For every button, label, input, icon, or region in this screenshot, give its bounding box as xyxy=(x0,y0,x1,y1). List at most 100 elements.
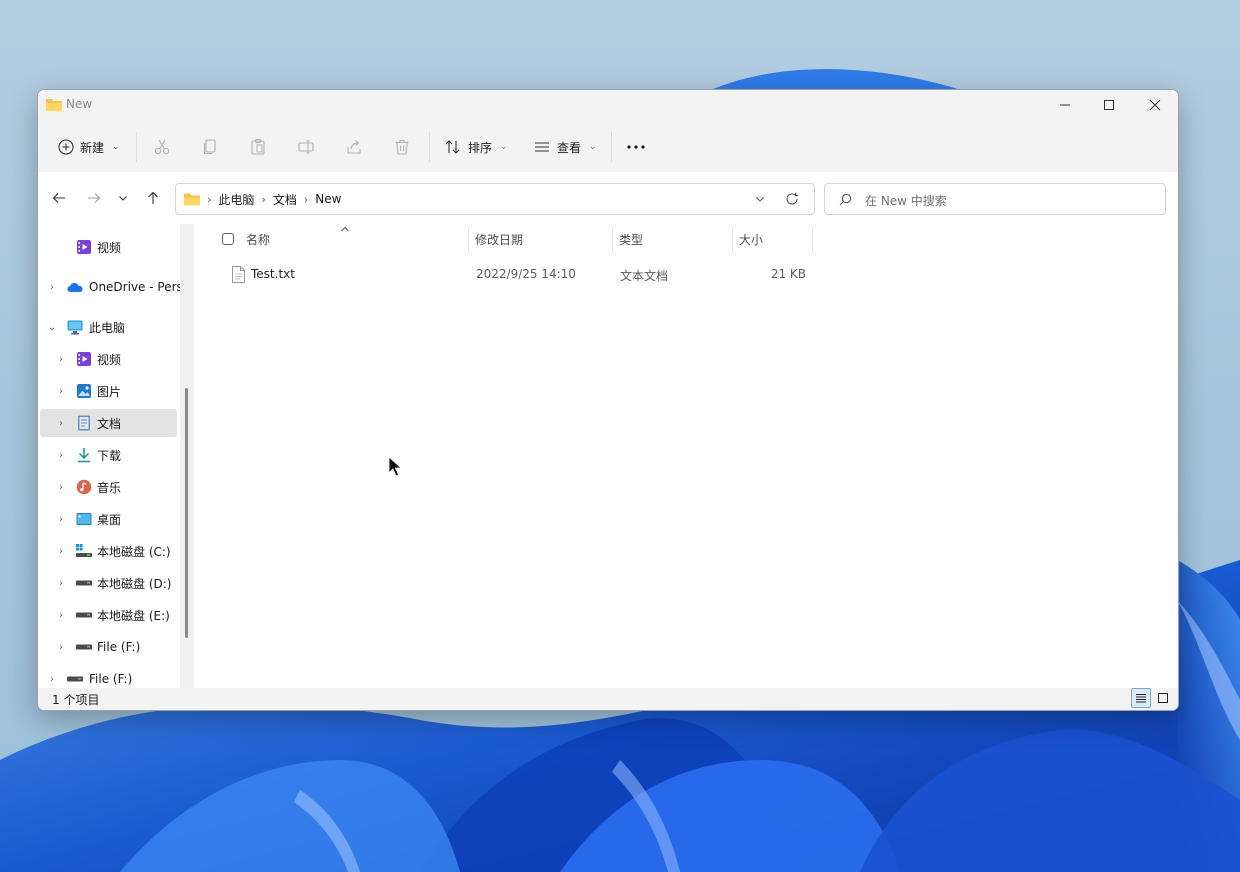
refresh-icon xyxy=(786,192,799,205)
search-box[interactable]: 在 New 中搜索 xyxy=(824,183,1166,215)
address-bar[interactable]: › 此电脑 › 文档 › New xyxy=(175,183,815,215)
nav-item-label: 音乐 xyxy=(97,480,122,495)
sort-button[interactable]: 排序 ⌄ xyxy=(444,132,508,162)
chevron-right-icon: › xyxy=(59,545,63,557)
minimize-icon xyxy=(1060,104,1070,106)
more-icon xyxy=(627,145,645,149)
details-view-icon xyxy=(1136,694,1146,703)
view-list-icon xyxy=(535,142,549,152)
select-all-checkbox[interactable] xyxy=(222,233,234,245)
command-bar: 新建 ⌄ 排序 ⌄ 查看 ⌄ xyxy=(38,124,1178,173)
chevron-down-icon: ⌄ xyxy=(589,142,597,152)
large-icons-view-button[interactable] xyxy=(1153,688,1173,708)
maximize-icon xyxy=(1104,100,1114,110)
address-history-button[interactable] xyxy=(752,191,768,207)
nav-item-label: 本地磁盘 (E:) xyxy=(97,608,170,623)
navigation-scrollbar-thumb[interactable] xyxy=(185,388,188,638)
chevron-right-icon: › xyxy=(59,641,63,653)
window-title: New xyxy=(66,97,93,111)
nav-item-this-pc[interactable]: ⌄ 此电脑 xyxy=(40,313,177,341)
folder-icon xyxy=(46,98,62,112)
table-row[interactable]: Test.txt 2022/9/25 14:10 文本文档 21 KB xyxy=(214,262,814,288)
navigation-pane: 视频 › OneDrive - Pers ⌄ 此电脑 › 视频 › 图片 › 文… xyxy=(38,224,194,688)
nav-item-videos[interactable]: › 视频 xyxy=(40,345,177,373)
back-button[interactable] xyxy=(46,185,72,211)
drive-icon xyxy=(67,671,83,687)
nav-item-drive-f[interactable]: › File (F:) xyxy=(40,633,177,661)
nav-item-music[interactable]: › 音乐 xyxy=(40,473,177,501)
paste-button[interactable] xyxy=(245,134,271,160)
nav-item-downloads[interactable]: › 下载 xyxy=(40,441,177,469)
file-name: Test.txt xyxy=(251,267,295,281)
nav-item-documents[interactable]: › 文档 xyxy=(40,409,177,437)
maximize-button[interactable] xyxy=(1086,90,1132,120)
column-header-label: 类型 xyxy=(619,232,644,247)
nav-item-label: File (F:) xyxy=(89,672,133,686)
up-button[interactable] xyxy=(140,185,166,211)
breadcrumb-item-documents[interactable]: 文档 xyxy=(273,191,297,208)
nav-item-videos-quick[interactable]: 视频 xyxy=(40,233,177,261)
more-button[interactable] xyxy=(623,134,649,160)
arrow-right-icon xyxy=(88,193,101,203)
search-placeholder: 在 New 中搜索 xyxy=(865,194,947,208)
sort-button-label: 排序 xyxy=(468,140,493,155)
column-divider[interactable] xyxy=(612,228,613,252)
sort-ascending-icon xyxy=(340,222,350,236)
new-button-label: 新建 xyxy=(80,140,105,155)
details-view-button[interactable] xyxy=(1131,688,1151,708)
copy-button[interactable] xyxy=(197,134,223,160)
column-header-name[interactable]: 名称 xyxy=(246,224,468,254)
minimize-button[interactable] xyxy=(1042,90,1088,120)
column-divider[interactable] xyxy=(812,228,813,252)
share-button[interactable] xyxy=(341,134,367,160)
column-divider[interactable] xyxy=(732,228,733,252)
breadcrumb-item-new[interactable]: New xyxy=(315,192,341,206)
item-count: 1 个项目 xyxy=(52,693,100,707)
command-separator xyxy=(429,132,430,162)
file-type: 文本文档 xyxy=(620,269,669,283)
nav-item-label: OneDrive - Pers xyxy=(89,280,183,294)
nav-item-drive-f-network[interactable]: › File (F:) xyxy=(40,665,177,688)
nav-item-label: 文档 xyxy=(97,416,122,431)
video-icon xyxy=(76,351,92,367)
address-row: › 此电脑 › 文档 › New 在 New 中搜索 xyxy=(38,172,1178,224)
drive-icon xyxy=(76,607,92,623)
column-divider[interactable] xyxy=(468,228,469,252)
chevron-down-icon: ⌄ xyxy=(500,142,508,152)
view-button[interactable]: 查看 ⌄ xyxy=(533,132,597,162)
nav-item-desktop[interactable]: › 桌面 xyxy=(40,505,177,533)
nav-item-drive-d[interactable]: › 本地磁盘 (D:) xyxy=(40,569,177,597)
file-list: 名称 修改日期 类型 大小 Test.txt 2022/9/25 14:10 文… xyxy=(194,224,1178,688)
nav-item-label: 本地磁盘 (C:) xyxy=(97,544,171,559)
chevron-right-icon: › xyxy=(50,281,54,293)
column-header-size[interactable]: 大小 xyxy=(739,224,812,254)
breadcrumb-separator-icon: › xyxy=(261,192,266,206)
drive-icon xyxy=(76,639,92,655)
nav-item-onedrive[interactable]: › OneDrive - Pers xyxy=(40,273,183,301)
add-icon xyxy=(58,139,74,155)
column-header-type[interactable]: 类型 xyxy=(619,224,732,254)
close-button[interactable] xyxy=(1132,90,1178,120)
new-button[interactable]: 新建 ⌄ xyxy=(58,132,120,162)
desktop-icon xyxy=(76,511,92,527)
rename-button[interactable] xyxy=(293,134,319,160)
onedrive-icon xyxy=(67,279,83,295)
column-header-label: 名称 xyxy=(246,232,271,247)
file-explorer-window: New 新建 ⌄ 排序 ⌄ 查看 ⌄ › 此电脑 › 文档 › New 在 Ne… xyxy=(37,89,1179,711)
delete-button[interactable] xyxy=(389,134,415,160)
nav-item-pictures[interactable]: › 图片 xyxy=(40,377,177,405)
nav-item-drive-e[interactable]: › 本地磁盘 (E:) xyxy=(40,601,177,629)
refresh-button[interactable] xyxy=(784,191,800,207)
rename-icon xyxy=(298,140,314,154)
recent-locations-button[interactable] xyxy=(112,185,134,211)
column-header-modified[interactable]: 修改日期 xyxy=(475,224,612,254)
cut-button[interactable] xyxy=(149,134,175,160)
chevron-right-icon: › xyxy=(59,513,63,525)
chevron-right-icon: › xyxy=(59,481,63,493)
forward-button[interactable] xyxy=(81,185,107,211)
status-bar: 1 个项目 xyxy=(38,688,1178,710)
chevron-down-icon xyxy=(756,197,764,202)
nav-item-drive-c[interactable]: › 本地磁盘 (C:) xyxy=(40,537,177,565)
breadcrumb-item-this-pc[interactable]: 此电脑 xyxy=(218,191,254,208)
search-icon xyxy=(839,193,852,206)
